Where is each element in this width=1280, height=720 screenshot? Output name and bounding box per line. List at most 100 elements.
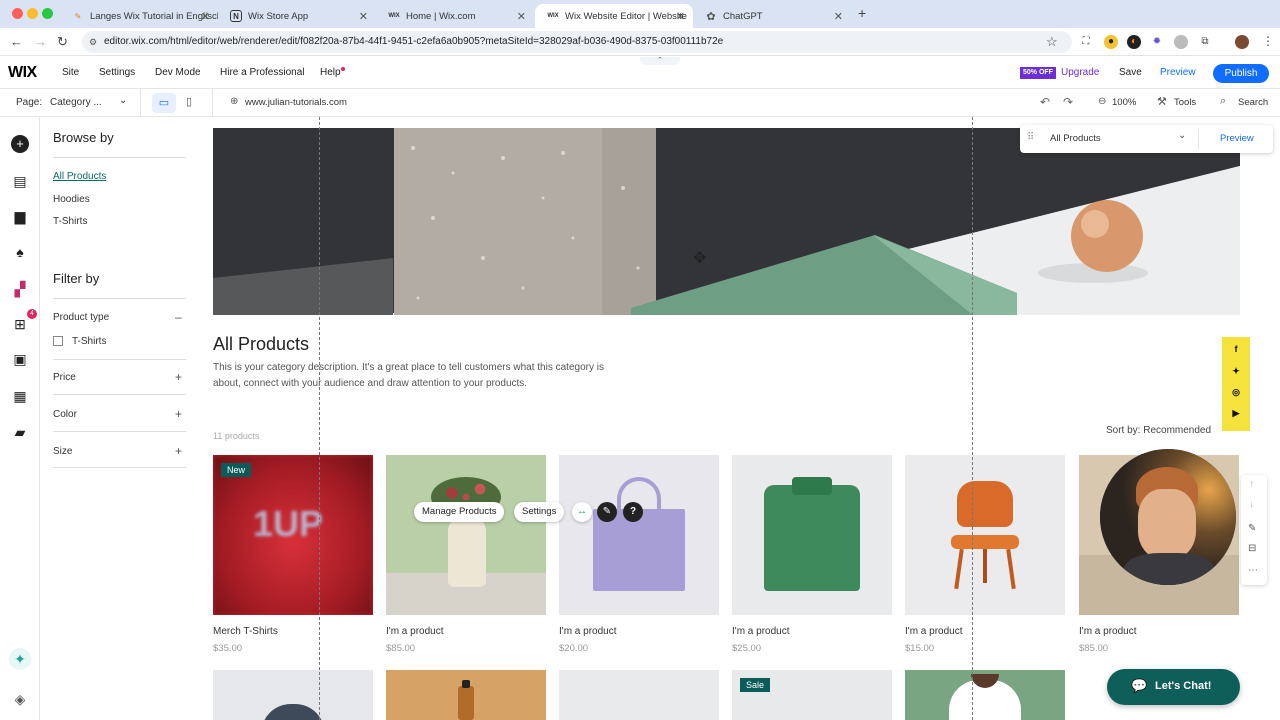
browser-tab-active[interactable]: WIX Wix Website Editor | Website ✕ bbox=[535, 4, 693, 28]
help-icon[interactable]: ? bbox=[623, 502, 643, 522]
move-down-icon[interactable]: ↓ bbox=[1249, 499, 1254, 510]
browser-tab[interactable]: ✿ ChatGPT ✕ bbox=[693, 4, 851, 28]
menu-hire-professional[interactable]: Hire a Professional bbox=[220, 67, 304, 78]
add-element-icon[interactable]: + bbox=[11, 135, 29, 153]
pages-icon[interactable]: ▆ bbox=[11, 207, 29, 225]
move-up-icon[interactable]: ↑ bbox=[1249, 479, 1254, 490]
extension-icon[interactable]: ◐ bbox=[1127, 35, 1141, 49]
youtube-icon[interactable]: ▶ bbox=[1222, 403, 1250, 423]
apps-icon[interactable]: ▞ bbox=[11, 280, 29, 298]
more-menu-icon[interactable]: ⋮ bbox=[1262, 34, 1274, 48]
price-filter[interactable]: Price bbox=[53, 372, 76, 383]
upgrade-button[interactable]: Upgrade bbox=[1061, 67, 1099, 78]
close-tab-icon[interactable]: ✕ bbox=[359, 10, 368, 23]
sort-dropdown[interactable]: Sort by: Recommended bbox=[1106, 425, 1211, 436]
product-image[interactable] bbox=[905, 455, 1065, 615]
ai-assistant-icon[interactable]: ✦ bbox=[9, 648, 31, 670]
preview-button[interactable]: Preview bbox=[1160, 67, 1196, 78]
settings-button[interactable]: Settings bbox=[514, 502, 565, 522]
expand-icon[interactable]: + bbox=[175, 370, 182, 384]
expand-icon[interactable]: + bbox=[175, 444, 182, 458]
screenshot-extension-icon[interactable]: ⛶ bbox=[1079, 35, 1093, 49]
product-type-filter[interactable]: Product type bbox=[53, 312, 109, 323]
browser-tab[interactable]: ✎ Langes Wix Tutorial in Englisch ✕ bbox=[60, 4, 218, 28]
layout-icon[interactable]: ⊟ bbox=[1248, 543, 1256, 554]
product-image[interactable] bbox=[386, 455, 546, 615]
browse-all-products[interactable]: All Products bbox=[53, 171, 106, 182]
product-name[interactable]: I'm a product bbox=[732, 626, 790, 637]
collapse-toolbar-icon[interactable]: ⌃ bbox=[640, 57, 680, 65]
mobile-view-icon[interactable]: ▯ bbox=[186, 95, 192, 108]
product-image[interactable] bbox=[559, 455, 719, 615]
media-icon[interactable]: ▣ bbox=[11, 350, 29, 368]
extension-icon[interactable]: ● bbox=[1104, 35, 1118, 49]
forward-icon[interactable]: → bbox=[34, 34, 47, 49]
site-info-icon[interactable]: ⚙ bbox=[89, 31, 97, 53]
wix-logo[interactable]: WIX bbox=[8, 64, 37, 82]
twitter-icon[interactable]: ✦ bbox=[1222, 361, 1250, 381]
checkbox-t-shirts[interactable] bbox=[53, 336, 63, 346]
new-tab-button[interactable]: + bbox=[858, 5, 866, 21]
business-icon[interactable]: ▰ bbox=[11, 423, 29, 441]
search-button[interactable]: Search bbox=[1238, 97, 1268, 108]
cms-icon[interactable]: ▦ bbox=[11, 387, 29, 405]
menu-site[interactable]: Site bbox=[62, 67, 79, 78]
product-image[interactable]: Sale bbox=[732, 670, 892, 720]
chevron-down-icon[interactable]: ⌄ bbox=[119, 95, 127, 106]
product-name[interactable]: I'm a product bbox=[905, 626, 963, 637]
drag-handle-icon[interactable]: ⠿ bbox=[1027, 132, 1034, 143]
product-image[interactable]: 1UP New bbox=[213, 455, 373, 615]
bookmark-star-icon[interactable]: ☆ bbox=[1046, 34, 1058, 50]
site-domain[interactable]: www.julian-tutorials.com bbox=[245, 97, 347, 108]
add-apps-icon[interactable]: ⊞ bbox=[11, 315, 29, 333]
close-tab-icon[interactable]: ✕ bbox=[834, 10, 843, 23]
close-tab-icon[interactable]: ✕ bbox=[201, 10, 210, 23]
publish-button[interactable]: Publish bbox=[1213, 64, 1269, 83]
save-button[interactable]: Save bbox=[1119, 67, 1142, 78]
menu-help[interactable]: Help bbox=[320, 67, 341, 78]
more-icon[interactable]: ⋯ bbox=[1248, 565, 1258, 576]
sections-icon[interactable]: ▤ bbox=[11, 172, 29, 190]
browser-tab[interactable]: WIX Home | Wix.com ✕ bbox=[376, 4, 534, 28]
category-banner-image[interactable]: ✥ bbox=[213, 128, 1240, 315]
menu-dev-mode[interactable]: Dev Mode bbox=[155, 67, 201, 78]
reload-icon[interactable]: ↻ bbox=[57, 34, 68, 50]
profile-avatar[interactable] bbox=[1235, 35, 1249, 49]
section-preview-button[interactable]: Preview bbox=[1220, 133, 1254, 144]
browse-hoodies[interactable]: Hoodies bbox=[53, 194, 90, 205]
stretch-icon[interactable]: ↔ bbox=[572, 502, 592, 522]
edit-icon[interactable]: ✎ bbox=[1248, 523, 1256, 534]
expand-icon[interactable]: + bbox=[175, 407, 182, 421]
manage-products-button[interactable]: Manage Products bbox=[414, 502, 505, 522]
tools-button[interactable]: Tools bbox=[1174, 97, 1196, 108]
browse-t-shirts[interactable]: T-Shirts bbox=[53, 216, 87, 227]
color-filter[interactable]: Color bbox=[53, 409, 77, 420]
collapse-icon[interactable]: – bbox=[175, 310, 182, 324]
lets-chat-button[interactable]: 💬 Let's Chat! bbox=[1107, 669, 1240, 705]
product-image[interactable] bbox=[386, 670, 546, 720]
close-tab-icon[interactable]: ✕ bbox=[517, 10, 526, 23]
browser-tab[interactable]: N Wix Store App ✕ bbox=[218, 4, 376, 28]
instagram-icon[interactable]: ◎ bbox=[1222, 382, 1250, 402]
url-bar[interactable]: ⚙ editor.wix.com/html/editor/web/rendere… bbox=[82, 31, 1072, 53]
desktop-view-icon[interactable]: ▭ bbox=[152, 93, 176, 113]
close-window-icon[interactable] bbox=[12, 8, 23, 19]
close-tab-icon[interactable]: ✕ bbox=[676, 10, 685, 23]
puzzle-icon[interactable]: ⧉ bbox=[1198, 35, 1212, 49]
extension-icon[interactable]: ✹ bbox=[1150, 35, 1164, 49]
product-name[interactable]: Merch T-Shirts bbox=[213, 626, 278, 637]
animation-icon[interactable]: ✎ bbox=[597, 502, 617, 522]
extension-icon[interactable] bbox=[1174, 35, 1188, 49]
maximize-window-icon[interactable] bbox=[42, 8, 53, 19]
undo-icon[interactable]: ↶ bbox=[1040, 95, 1050, 109]
menu-settings[interactable]: Settings bbox=[99, 67, 135, 78]
product-name[interactable]: I'm a product bbox=[1079, 626, 1137, 637]
product-image[interactable] bbox=[213, 670, 373, 720]
facebook-icon[interactable]: f bbox=[1222, 339, 1250, 359]
product-name[interactable]: I'm a product bbox=[386, 626, 444, 637]
product-image[interactable] bbox=[559, 670, 719, 720]
product-image[interactable] bbox=[732, 455, 892, 615]
minimize-window-icon[interactable] bbox=[27, 8, 38, 19]
section-dropdown[interactable]: All Products bbox=[1050, 133, 1101, 144]
product-image[interactable] bbox=[905, 670, 1065, 720]
